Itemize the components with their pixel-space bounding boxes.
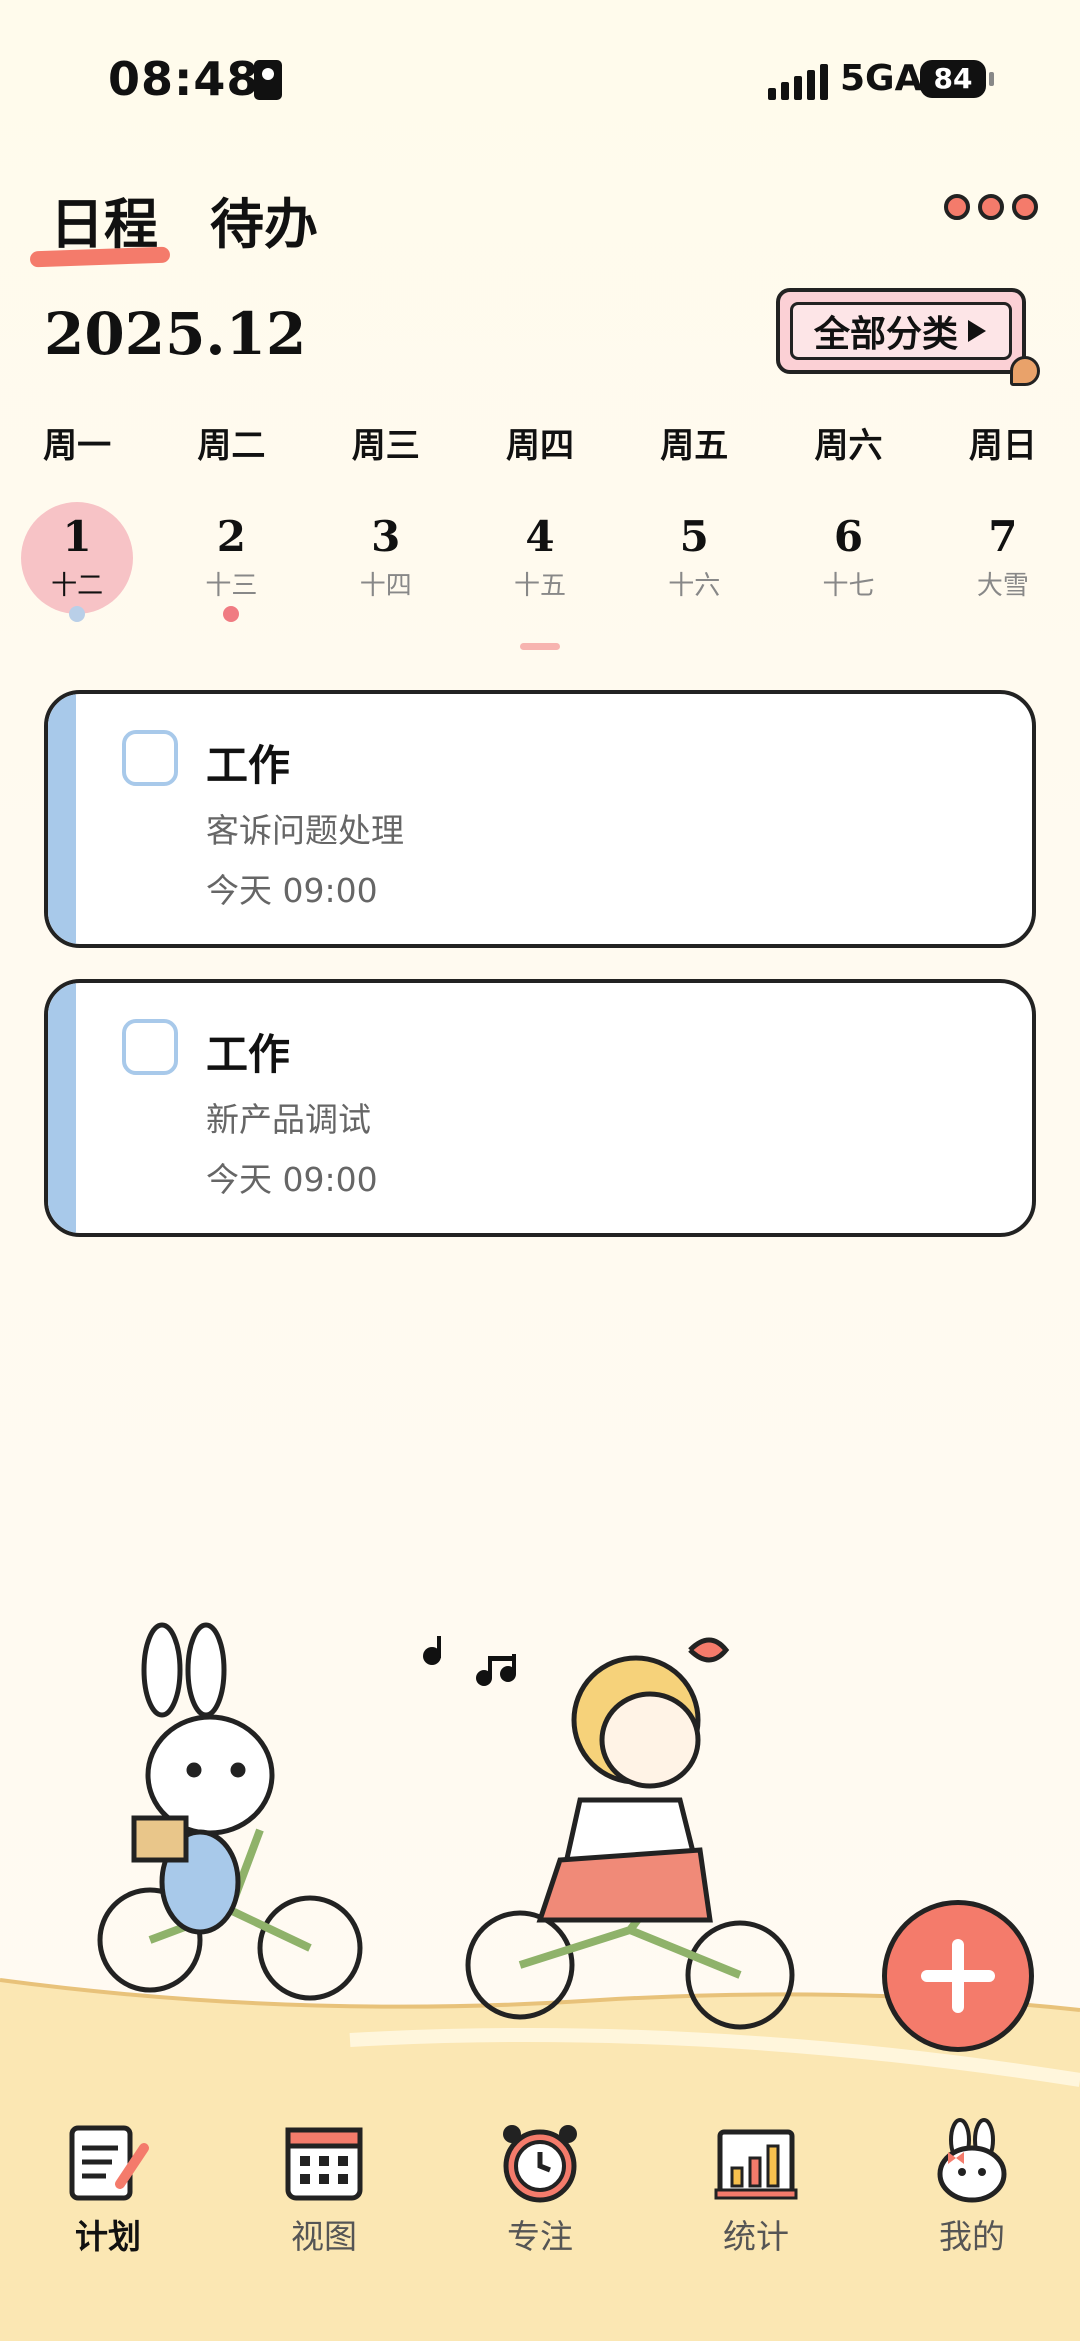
lunar-date: 十三 <box>205 571 258 601</box>
weekday-label: 周五 <box>660 426 729 466</box>
nav-plan-label: 计划 <box>75 2217 141 2256</box>
date-number: 4 <box>525 512 555 561</box>
nav-plan[interactable]: 计划 <box>0 2110 216 2341</box>
girl-cyclist <box>465 1637 795 2030</box>
weekday-label: 周日 <box>968 426 1037 466</box>
more-options-icon[interactable] <box>944 194 1038 220</box>
signal-icon <box>768 60 828 100</box>
date-number: 2 <box>216 512 247 561</box>
lunar-date: 十六 <box>668 571 721 601</box>
tab-schedule[interactable]: 日程 <box>29 180 171 268</box>
task-checkbox[interactable] <box>122 730 178 786</box>
task-time: 今天 09:00 <box>206 1160 378 1199</box>
task-category: 工作 <box>206 741 291 790</box>
bar-chart-icon <box>714 2129 798 2200</box>
date-cell[interactable]: 3 十四 <box>309 502 463 622</box>
nav-view-label: 视图 <box>291 2217 357 2256</box>
alarm-clock-icon <box>503 2125 577 2203</box>
date-cell[interactable]: 5 十六 <box>617 502 771 622</box>
add-task-button[interactable] <box>882 1900 1034 2052</box>
status-time: 08:48 <box>108 52 260 106</box>
date-cell-selected[interactable]: 1 十二 <box>0 502 154 622</box>
task-card[interactable]: 工作 新产品调试 今天 09:00 <box>44 979 1036 1237</box>
date-number: 1 <box>62 512 92 561</box>
tab-todo[interactable]: 待办 <box>210 180 318 259</box>
weekday-label: 周一 <box>43 426 112 466</box>
all-categories-button[interactable]: 全部分类 <box>776 288 1040 386</box>
nav-stats[interactable]: 统计 <box>648 2110 864 2341</box>
task-category: 工作 <box>206 1030 291 1079</box>
battery-icon: 84 <box>920 60 994 98</box>
bunny-profile-icon <box>937 2118 1007 2203</box>
category-color-stripe <box>48 694 76 944</box>
date-cell[interactable]: 7 大雪 <box>926 502 1080 622</box>
cycling-illustration <box>97 1622 795 2030</box>
nav-view[interactable]: 视图 <box>216 2110 432 2341</box>
nav-profile-label: 我的 <box>939 2217 1005 2256</box>
calendar-icon <box>285 2127 363 2201</box>
weekday-header: 周一 周二 周三 周四 周五 周六 周日 <box>0 418 1080 467</box>
week-dates: 1 十二 2 十三 3 十四 4 十五 5 十六 6 十七 7 大雪 <box>0 502 1080 622</box>
date-cell[interactable]: 2 十三 <box>154 502 308 622</box>
triangle-right-icon <box>968 320 986 342</box>
nav-profile[interactable]: 我的 <box>864 2110 1080 2341</box>
date-number: 7 <box>988 512 1018 561</box>
lunar-date: 十四 <box>359 571 412 601</box>
lunar-date: 大雪 <box>976 571 1029 601</box>
task-card[interactable]: 工作 客诉问题处理 今天 09:00 <box>44 690 1036 948</box>
category-color-stripe <box>48 983 76 1233</box>
weekday-label: 周六 <box>814 426 883 466</box>
weekday-label: 周二 <box>197 426 266 466</box>
bottom-nav: 计划 视图 专注 统计 我的 <box>0 2110 1080 2341</box>
plan-notepad-icon <box>69 2125 149 2201</box>
music-note-icon <box>423 1636 516 1686</box>
nav-stats-label: 统计 <box>723 2217 789 2256</box>
date-cell[interactable]: 6 十七 <box>771 502 925 622</box>
date-number: 6 <box>833 512 864 561</box>
bunny-cyclist <box>97 1622 363 2001</box>
event-dot <box>69 606 86 622</box>
event-dot <box>223 606 240 622</box>
network-type: 5GA <box>840 58 923 99</box>
task-title: 新产品调试 <box>206 1100 371 1139</box>
month-label[interactable]: 2025.12 <box>44 300 306 368</box>
carrot-icon <box>1010 356 1040 386</box>
tab-schedule-label: 日程 <box>50 192 158 256</box>
tab-todo-label: 待办 <box>210 192 318 256</box>
nav-focus-label: 专注 <box>507 2217 573 2256</box>
task-time: 今天 09:00 <box>206 871 378 910</box>
date-cell[interactable]: 4 十五 <box>463 502 617 622</box>
week-expand-handle[interactable] <box>520 643 560 650</box>
lunar-date: 十二 <box>51 571 104 601</box>
lunar-date: 十五 <box>513 571 566 601</box>
nav-focus[interactable]: 专注 <box>432 2110 648 2341</box>
weekday-label: 周三 <box>351 426 420 466</box>
date-number: 3 <box>371 512 401 561</box>
weekday-label: 周四 <box>505 426 574 466</box>
lunar-date: 十七 <box>822 571 875 601</box>
notification-icon <box>254 60 282 100</box>
all-categories-label: 全部分类 <box>813 314 958 355</box>
status-bar: 08:48 5GA 84 <box>0 0 1080 160</box>
task-checkbox[interactable] <box>122 1019 178 1075</box>
task-title: 客诉问题处理 <box>206 811 404 850</box>
date-number: 5 <box>679 512 709 561</box>
